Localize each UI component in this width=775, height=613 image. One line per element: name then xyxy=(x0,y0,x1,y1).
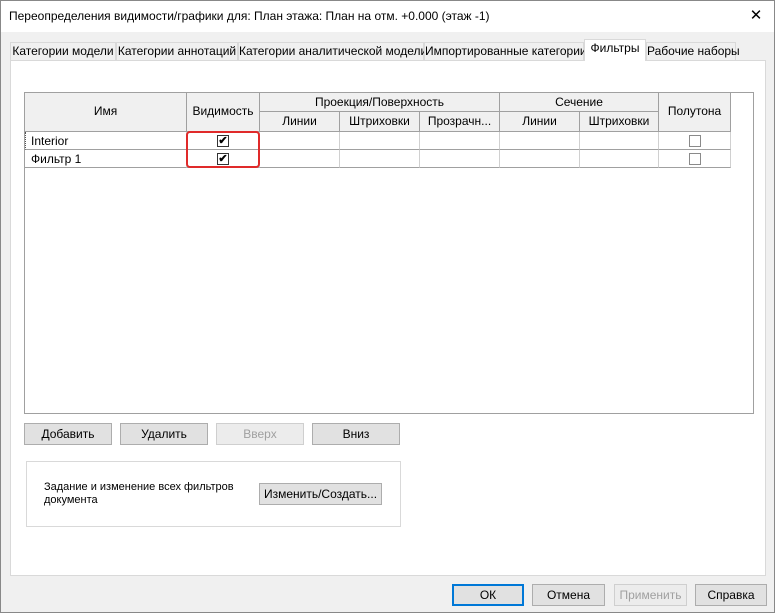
col-header-visibility[interactable]: Видимость xyxy=(187,93,260,132)
tab-model-categories[interactable]: Категории модели xyxy=(10,42,116,60)
col-header-projection-patterns[interactable]: Штриховки xyxy=(340,112,420,132)
edit-filters-description: Задание и изменение всех фильтров докуме… xyxy=(44,481,234,506)
row-cell-section-lines[interactable] xyxy=(500,150,580,168)
col-header-projection-transparency[interactable]: Прозрачн... xyxy=(420,112,500,132)
edit-create-button[interactable]: Изменить/Создать... xyxy=(259,483,382,505)
tab-imported-categories[interactable]: Импортированные категории xyxy=(424,42,587,60)
dialog-window: Переопределения видимости/графики для: П… xyxy=(0,0,775,613)
move-down-button[interactable]: Вниз xyxy=(312,423,400,445)
cancel-button[interactable]: Отмена xyxy=(532,584,605,606)
col-header-section: Сечение xyxy=(500,93,659,112)
row-cell-section-lines[interactable] xyxy=(500,132,580,150)
row-cell-projection-transparency[interactable] xyxy=(420,132,500,150)
col-header-projection-surface: Проекция/Поверхность xyxy=(260,93,500,112)
close-icon[interactable]: ✕ xyxy=(745,5,767,27)
move-up-button[interactable]: Вверх xyxy=(216,423,304,445)
ok-button[interactable]: ОК xyxy=(452,584,524,606)
halftone-checkbox[interactable] xyxy=(689,135,701,147)
col-header-name[interactable]: Имя xyxy=(25,93,187,132)
col-header-section-lines[interactable]: Линии xyxy=(500,112,580,132)
tab-filters[interactable]: Фильтры xyxy=(584,39,646,61)
apply-button[interactable]: Применить xyxy=(614,584,687,606)
tab-analytical-model-categories[interactable]: Категории аналитической модели xyxy=(238,42,427,60)
halftone-checkbox[interactable] xyxy=(689,153,701,165)
row-name: Фильтр 1 xyxy=(31,152,82,166)
col-header-halftone[interactable]: Полутона xyxy=(659,93,731,132)
add-filter-button[interactable]: Добавить xyxy=(24,423,112,445)
title-bar: Переопределения видимости/графики для: П… xyxy=(1,1,774,32)
row-cell-projection-lines[interactable] xyxy=(260,150,340,168)
row-cell-projection-patterns[interactable] xyxy=(340,150,420,168)
row-cell-section-patterns[interactable] xyxy=(580,132,659,150)
row-cell-projection-transparency[interactable] xyxy=(420,150,500,168)
tab-annotation-categories[interactable]: Категории аннотаций xyxy=(116,42,238,60)
visibility-highlight-box xyxy=(186,131,260,168)
row-cell-section-patterns[interactable] xyxy=(580,150,659,168)
row-name: Interior xyxy=(31,134,69,148)
help-button[interactable]: Справка xyxy=(695,584,767,606)
window-title: Переопределения видимости/графики для: П… xyxy=(9,9,490,23)
col-header-section-patterns[interactable]: Штриховки xyxy=(580,112,659,132)
tab-worksets[interactable]: Рабочие наборы xyxy=(646,42,740,60)
row-cell-projection-lines[interactable] xyxy=(260,132,340,150)
col-header-projection-lines[interactable]: Линии xyxy=(260,112,340,132)
remove-filter-button[interactable]: Удалить xyxy=(120,423,208,445)
row-cell-projection-patterns[interactable] xyxy=(340,132,420,150)
